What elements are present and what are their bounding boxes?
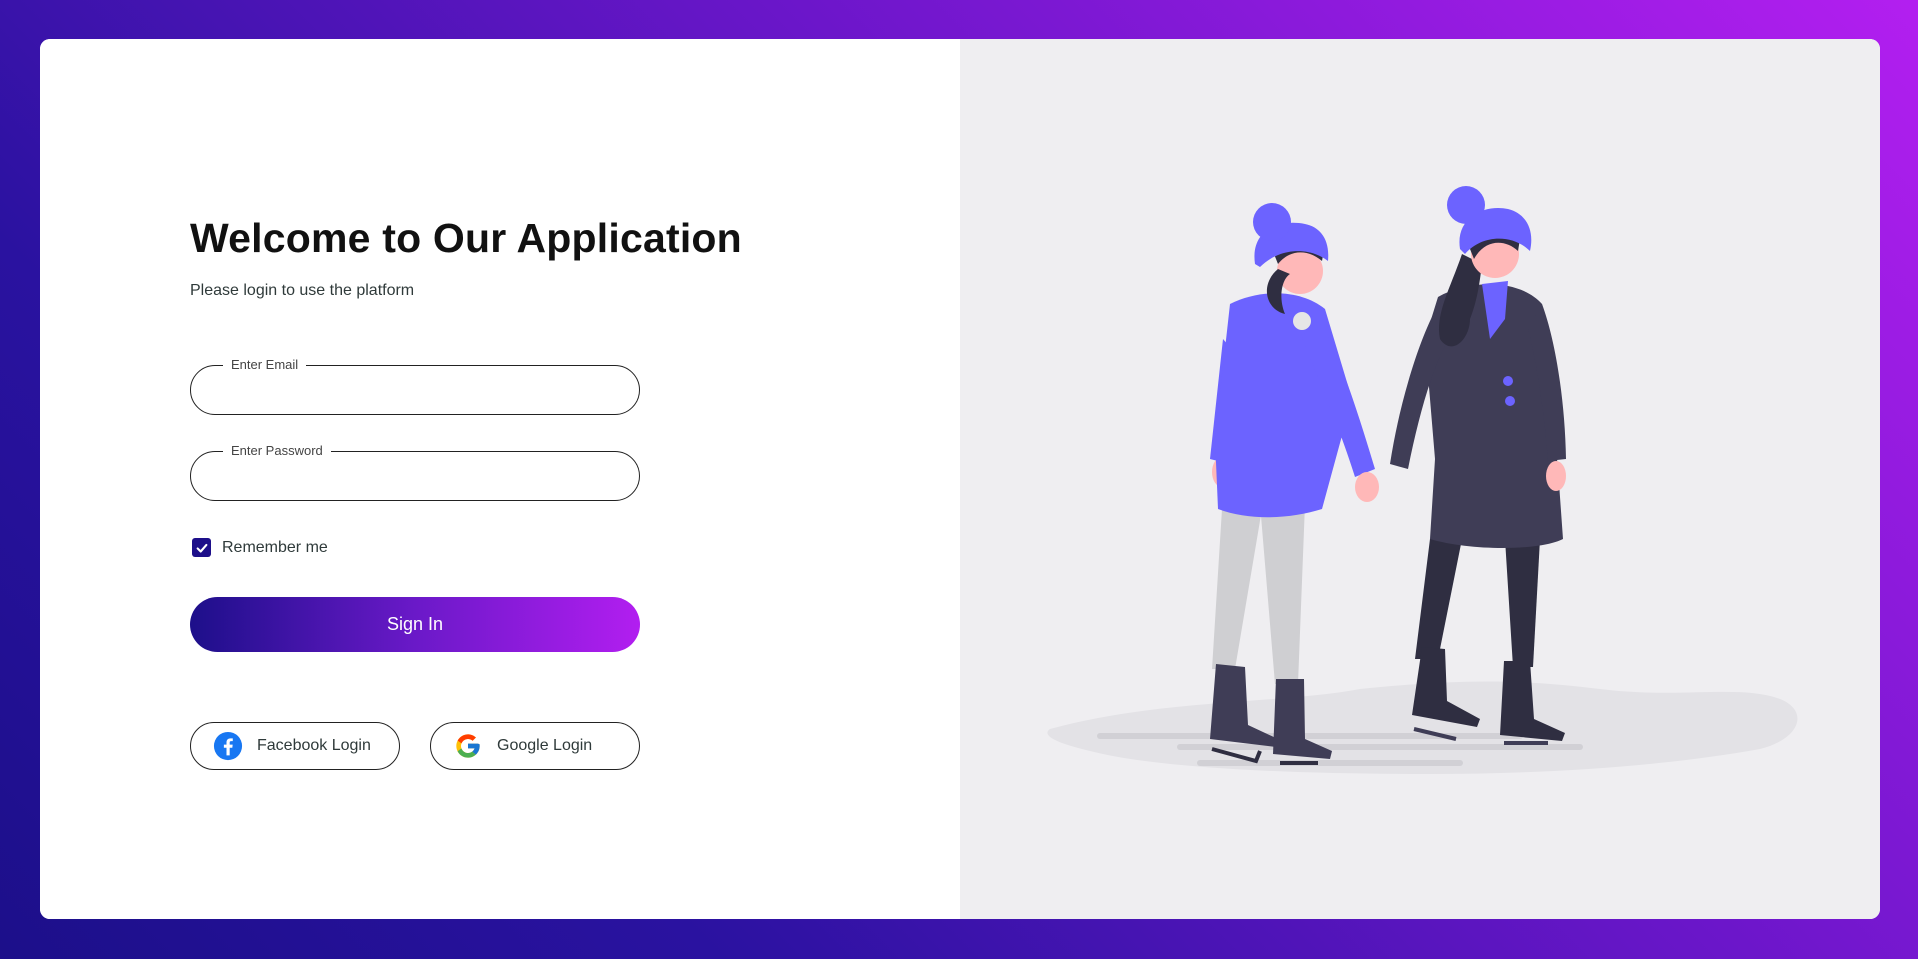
- remember-me: Remember me: [192, 538, 328, 557]
- google-login-label: Google Login: [497, 737, 593, 754]
- remember-me-checkbox[interactable]: [192, 538, 211, 557]
- email-field: Enter Email: [190, 357, 640, 415]
- login-panel: Welcome to Our Application Please login …: [40, 39, 960, 919]
- email-input[interactable]: [191, 366, 639, 414]
- password-field: Enter Password: [190, 443, 640, 501]
- facebook-login-button[interactable]: Facebook Login: [190, 722, 400, 770]
- illustration-panel: [960, 39, 1880, 919]
- sign-in-button[interactable]: Sign In: [190, 597, 640, 652]
- password-field-label: Enter Password: [223, 443, 331, 458]
- email-field-label: Enter Email: [223, 357, 307, 372]
- password-input[interactable]: [191, 452, 639, 500]
- page-title: Welcome to Our Application: [190, 215, 742, 261]
- page-subtitle: Please login to use the platform: [190, 282, 415, 299]
- google-login-button[interactable]: Google Login: [430, 722, 640, 770]
- checkmark-icon: [196, 543, 207, 553]
- login-card: Welcome to Our Application Please login …: [40, 39, 1880, 919]
- facebook-login-label: Facebook Login: [257, 737, 371, 754]
- remember-me-label[interactable]: Remember me: [222, 539, 328, 557]
- facebook-icon: [213, 731, 243, 761]
- google-icon: [453, 731, 483, 761]
- ice-skating-couple-illustration: [1047, 186, 1798, 774]
